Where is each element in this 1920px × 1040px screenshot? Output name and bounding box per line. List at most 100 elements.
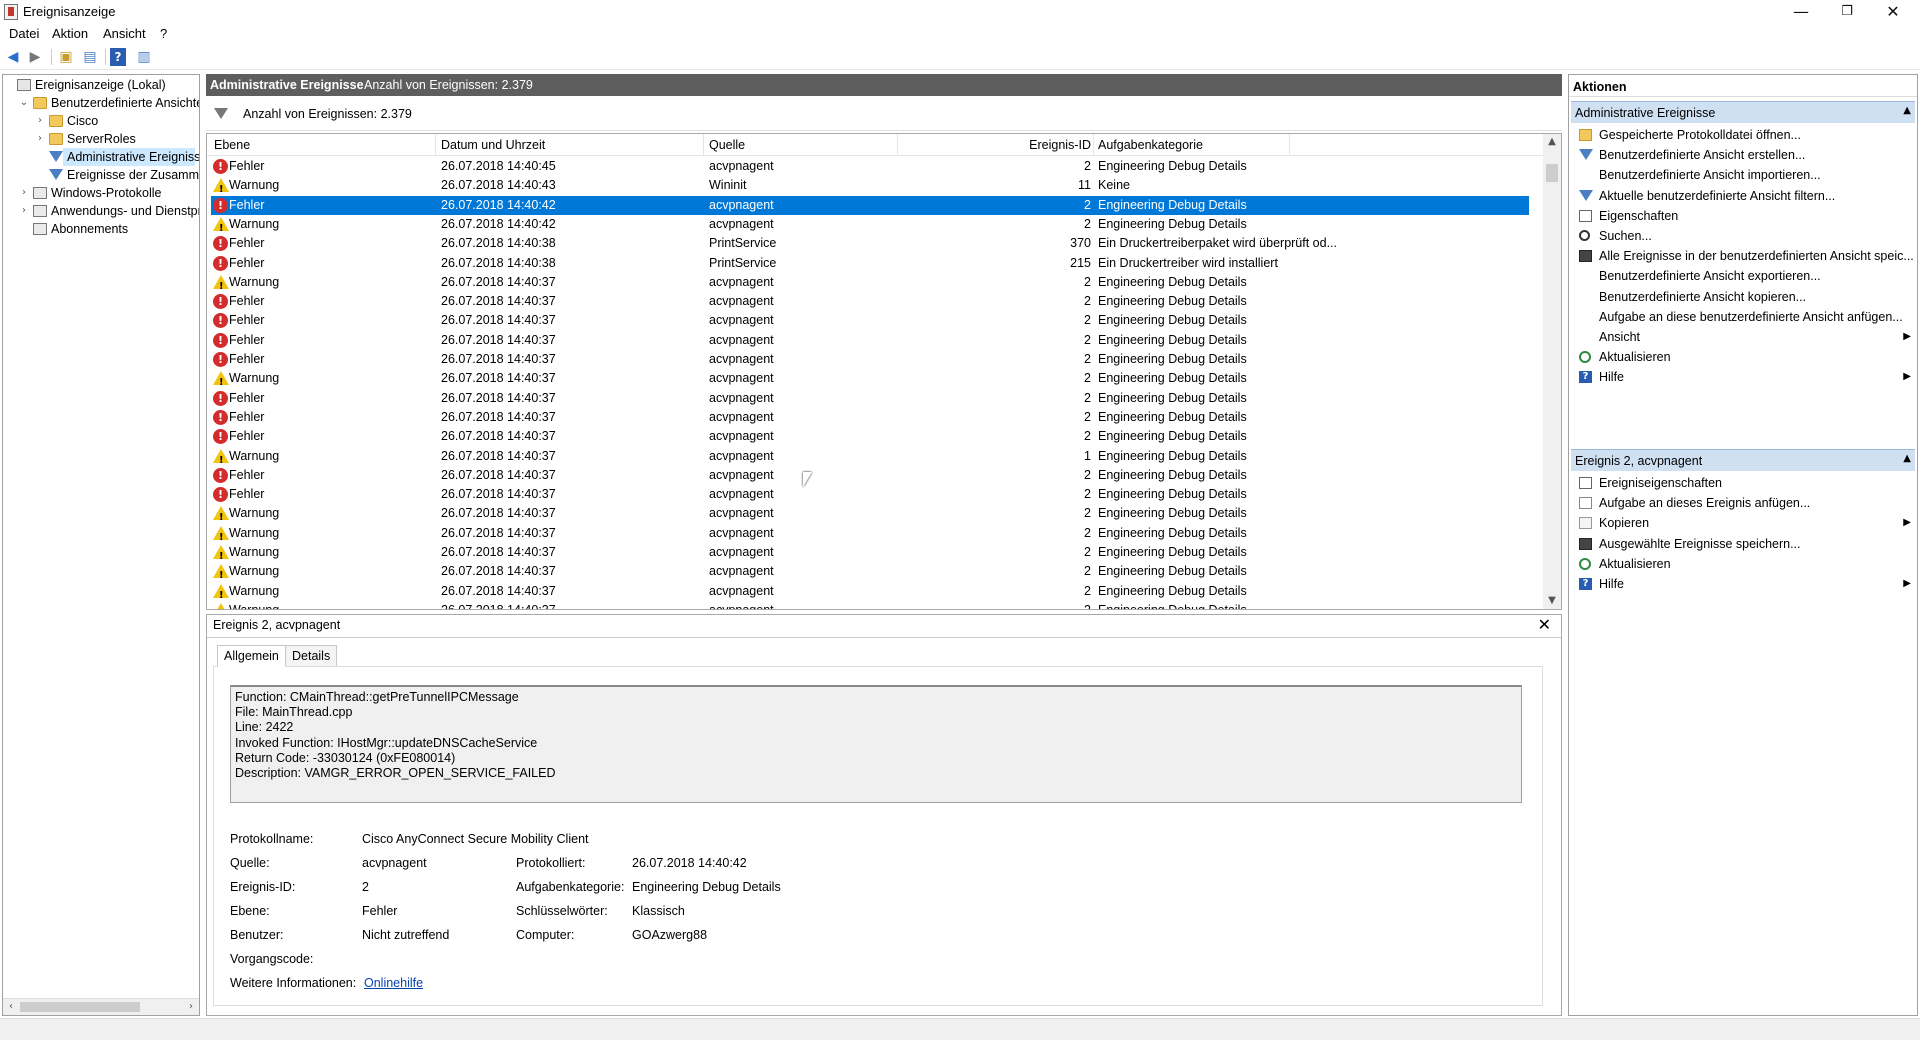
tree-item-1[interactable]: ⌄ Benutzerdefinierte Ansichten xyxy=(3,94,199,112)
action-item[interactable]: Suchen... xyxy=(1571,226,1915,246)
scroll-left-icon[interactable]: ‹ xyxy=(3,999,19,1015)
actions-section-event[interactable]: Ereignis 2, acvpnagent ▲ xyxy=(1571,449,1915,471)
tree-item-3[interactable]: › ServerRoles xyxy=(3,130,199,148)
back-arrow-icon[interactable]: ◀ xyxy=(3,48,23,66)
close-button[interactable]: ✕ xyxy=(1870,0,1916,26)
table-row[interactable]: ! Fehler 26.07.2018 14:40:37 acvpnagent 2 Eng… xyxy=(211,331,1533,350)
cell-event-id: 2 xyxy=(1084,467,1091,482)
table-row[interactable]: ! Fehler 26.07.2018 14:40:42 acvpnagent 2 Eng… xyxy=(211,195,1529,215)
menu-help[interactable]: ? xyxy=(156,26,171,42)
help-icon[interactable]: ? xyxy=(110,48,126,66)
tree-item-6[interactable]: › Windows-Protokolle xyxy=(3,184,199,202)
action-item[interactable]: Ansicht ▶ xyxy=(1571,327,1915,347)
column-divider[interactable] xyxy=(1289,134,1290,156)
event-message[interactable]: Function: CMainThread::getPreTunnelIPCMe… xyxy=(230,685,1522,803)
online-help-link[interactable]: Onlinehilfe xyxy=(364,976,423,990)
table-row[interactable]: Warnung 26.07.2018 14:40:37 acvpnagent 2 Eng… xyxy=(211,273,1533,296)
table-row[interactable]: Warnung 26.07.2018 14:40:37 acvpnagent 2 Eng… xyxy=(211,369,1533,392)
show-hide-actions-icon[interactable]: ▥ xyxy=(134,48,154,66)
collapsed-chevron-icon[interactable]: › xyxy=(19,184,29,202)
actions-section-view[interactable]: Administrative Ereignisse ▲ xyxy=(1571,101,1915,123)
table-row[interactable]: ! Fehler 26.07.2018 14:40:37 acvpnagent 2 Eng… xyxy=(211,292,1533,311)
column-header-ereignis-id[interactable]: Ereignis-ID xyxy=(1029,138,1091,152)
action-item[interactable]: Ausgewählte Ereignisse speichern... xyxy=(1571,534,1915,554)
cell-category: Engineering Debug Details xyxy=(1098,429,1247,444)
table-row[interactable]: Warnung 26.07.2018 14:40:37 acvpnagent 1 Eng… xyxy=(211,447,1533,470)
table-row[interactable]: ! Fehler 26.07.2018 14:40:37 acvpnagent 2 Eng… xyxy=(211,408,1533,427)
table-row[interactable]: Warnung 26.07.2018 14:40:37 acvpnagent 2 Eng… xyxy=(211,504,1533,527)
collapse-icon[interactable]: ▲ xyxy=(1903,105,1911,116)
table-row[interactable]: ! Fehler 26.07.2018 14:40:45 acvpnagent 2 Eng… xyxy=(211,157,1533,176)
show-hide-tree-icon[interactable]: ▤ xyxy=(80,48,100,66)
scroll-down-icon[interactable]: ▼ xyxy=(1543,593,1561,609)
forward-arrow-icon[interactable]: ▶ xyxy=(25,48,45,66)
action-item[interactable]: ? Hilfe ▶ xyxy=(1571,367,1915,387)
table-vertical-scrollbar[interactable]: ▲ ▼ xyxy=(1543,134,1561,609)
action-item[interactable]: Gespeicherte Protokolldatei öffnen... xyxy=(1571,125,1915,145)
action-item[interactable]: Alle Ereignisse in der benutzerdefiniert… xyxy=(1571,246,1915,266)
column-header-datum[interactable]: Datum und Uhrzeit xyxy=(441,138,545,152)
column-header-ebene[interactable]: Ebene xyxy=(214,138,250,152)
menu-ansicht[interactable]: Ansicht xyxy=(99,26,150,42)
table-row[interactable]: ! Fehler 26.07.2018 14:40:37 acvpnagent 2 Eng… xyxy=(211,311,1533,330)
scroll-thumb[interactable] xyxy=(1546,164,1558,182)
up-folder-icon[interactable]: ▣ xyxy=(56,48,76,66)
tree-item-4[interactable]: Administrative Ereignisse xyxy=(49,148,199,166)
table-row[interactable]: Warnung 26.07.2018 14:40:42 acvpnagent 2 Eng… xyxy=(211,215,1533,238)
table-row[interactable]: Warnung 26.07.2018 14:40:37 acvpnagent 2 Eng… xyxy=(211,562,1533,585)
action-item[interactable]: Benutzerdefinierte Ansicht kopieren... xyxy=(1571,287,1915,307)
collapsed-chevron-icon[interactable]: › xyxy=(35,130,45,148)
restore-button[interactable]: ❐ xyxy=(1824,0,1870,26)
tab-details[interactable]: Details xyxy=(285,645,338,667)
action-item[interactable]: Aktuelle benutzerdefinierte Ansicht filt… xyxy=(1571,186,1915,206)
close-icon[interactable]: ✕ xyxy=(1538,615,1551,634)
table-row[interactable]: ! Fehler 26.07.2018 14:40:38 PrintService 37… xyxy=(211,234,1533,253)
tree-horizontal-scrollbar[interactable]: ‹ › xyxy=(3,998,199,1015)
column-header-aufgabenkategorie[interactable]: Aufgabenkategorie xyxy=(1098,138,1203,152)
tab-allgemein[interactable]: Allgemein xyxy=(217,645,286,667)
column-header-quelle[interactable]: Quelle xyxy=(709,138,745,152)
table-row[interactable]: ! Fehler 26.07.2018 14:40:37 acvpnagent 2 Eng… xyxy=(211,466,1533,485)
table-row[interactable]: Warnung 26.07.2018 14:40:43 Wininit 11 Keine xyxy=(211,176,1533,199)
table-row[interactable]: ! Fehler 26.07.2018 14:40:38 PrintService 21… xyxy=(211,254,1533,273)
collapsed-chevron-icon[interactable]: › xyxy=(35,112,45,130)
scroll-thumb[interactable] xyxy=(20,1002,140,1012)
column-divider[interactable] xyxy=(703,134,704,156)
action-item[interactable]: Benutzerdefinierte Ansicht exportieren..… xyxy=(1571,266,1915,286)
scroll-right-icon[interactable]: › xyxy=(183,999,199,1015)
action-item[interactable]: Benutzerdefinierte Ansicht erstellen... xyxy=(1571,145,1915,165)
menu-datei[interactable]: Datei xyxy=(5,26,43,42)
action-item[interactable]: Eigenschaften xyxy=(1571,206,1915,226)
table-row[interactable]: ! Fehler 26.07.2018 14:40:37 acvpnagent 2 Eng… xyxy=(211,389,1533,408)
table-row[interactable]: Warnung 26.07.2018 14:40:37 acvpnagent 2 Eng… xyxy=(211,543,1533,566)
tree-item-5[interactable]: Ereignisse der Zusammen xyxy=(3,166,199,184)
collapse-icon[interactable]: ▲ xyxy=(1903,453,1911,464)
table-row[interactable]: Warnung 26.07.2018 14:40:37 acvpnagent 2 Eng… xyxy=(211,582,1533,605)
action-item[interactable]: ? Hilfe ▶ xyxy=(1571,574,1915,594)
table-row[interactable]: Warnung 26.07.2018 14:40:37 acvpnagent 2 Eng… xyxy=(211,601,1533,609)
column-divider[interactable] xyxy=(897,134,898,156)
table-row[interactable]: ! Fehler 26.07.2018 14:40:37 acvpnagent 2 Eng… xyxy=(211,485,1533,504)
tree-item-2[interactable]: › Cisco xyxy=(3,112,199,130)
table-row[interactable]: ! Fehler 26.07.2018 14:40:37 acvpnagent 2 Eng… xyxy=(211,350,1533,369)
action-item[interactable]: Aktualisieren xyxy=(1571,554,1915,574)
action-item[interactable]: Aufgabe an dieses Ereignis anfügen... xyxy=(1571,493,1915,513)
minimize-button[interactable]: — xyxy=(1778,0,1824,26)
action-item[interactable]: Aufgabe an diese benutzerdefinierte Ansi… xyxy=(1571,307,1915,327)
table-row[interactable]: Warnung 26.07.2018 14:40:37 acvpnagent 2 Eng… xyxy=(211,524,1533,547)
tree-item-8[interactable]: Abonnements xyxy=(3,220,199,238)
cell-category: Engineering Debug Details xyxy=(1098,448,1247,463)
table-row[interactable]: ! Fehler 26.07.2018 14:40:37 acvpnagent 2 Eng… xyxy=(211,427,1533,446)
action-item[interactable]: Aktualisieren xyxy=(1571,347,1915,367)
column-divider[interactable] xyxy=(435,134,436,156)
scroll-up-icon[interactable]: ▲ xyxy=(1543,134,1561,150)
action-item[interactable]: Kopieren ▶ xyxy=(1571,513,1915,533)
tree-item-7[interactable]: › Anwendungs- und Dienstpro xyxy=(3,202,199,220)
action-item[interactable]: Ereigniseigenschaften xyxy=(1571,473,1915,493)
action-item[interactable]: Benutzerdefinierte Ansicht importieren..… xyxy=(1571,165,1915,185)
column-divider[interactable] xyxy=(1093,134,1094,156)
menu-aktion[interactable]: Aktion xyxy=(48,26,92,42)
expanded-chevron-icon[interactable]: ⌄ xyxy=(19,94,29,112)
tree-item-0[interactable]: Ereignisanzeige (Lokal) xyxy=(3,76,199,94)
collapsed-chevron-icon[interactable]: › xyxy=(19,202,29,220)
